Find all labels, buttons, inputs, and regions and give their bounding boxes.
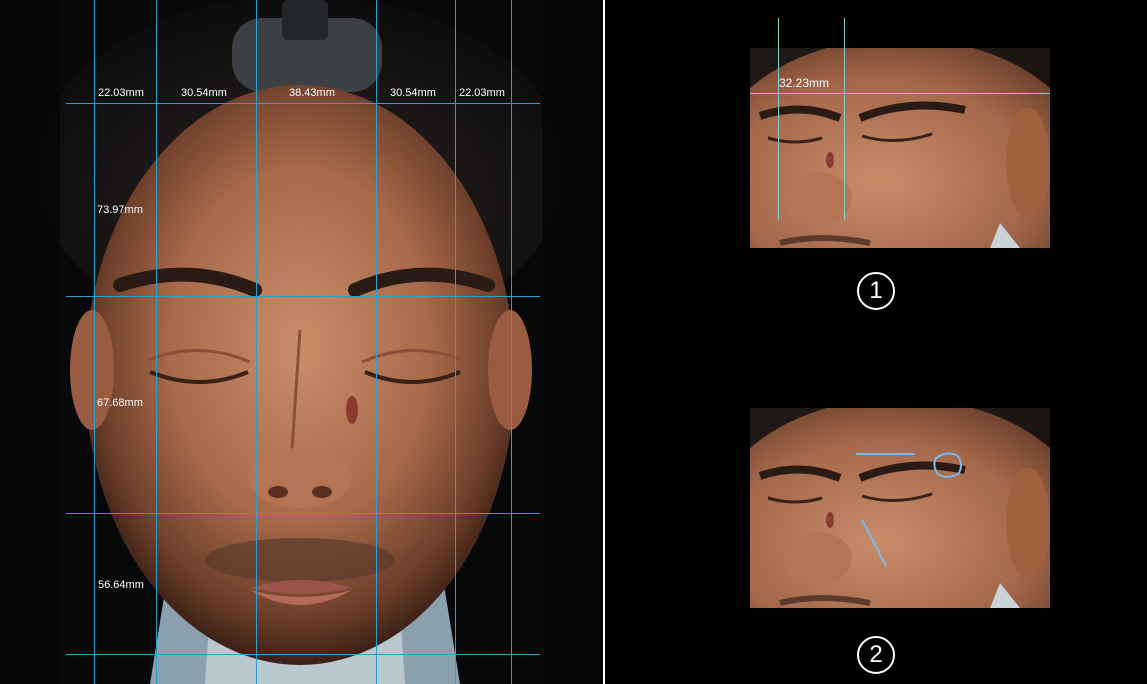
angled-view-2 (750, 408, 1050, 608)
measurement-grid (66, 0, 540, 684)
view-number-badge-2: 2 (857, 636, 895, 674)
view-number-badge-1: 1 (857, 272, 895, 310)
angled-views-panel: 32.23mm 1 2 (605, 0, 1147, 684)
column-width-label: 22.03mm (98, 87, 144, 99)
lesion-outline (933, 452, 962, 478)
column-width-label: 38.43mm (289, 87, 335, 99)
row-height-label: 67.68mm (97, 397, 143, 409)
fold-marker-line (861, 519, 887, 567)
grid-horizontal-lines (66, 103, 540, 655)
angled-view-1: 32.23mm (750, 48, 1050, 248)
view1-measurement: 32.23mm (779, 76, 830, 90)
row-height-label: 73.97mm (97, 204, 143, 216)
frontal-face-panel: 22.03mm 30.54mm 38.43mm 30.54mm 22.03mm … (0, 0, 603, 684)
column-width-label: 30.54mm (181, 87, 227, 99)
column-width-label: 22.03mm (459, 87, 505, 99)
grid-vertical-lines (94, 0, 512, 684)
view2-annotations (856, 452, 962, 567)
column-width-label: 30.54mm (390, 87, 436, 99)
row-height-label: 56.64mm (98, 579, 144, 591)
